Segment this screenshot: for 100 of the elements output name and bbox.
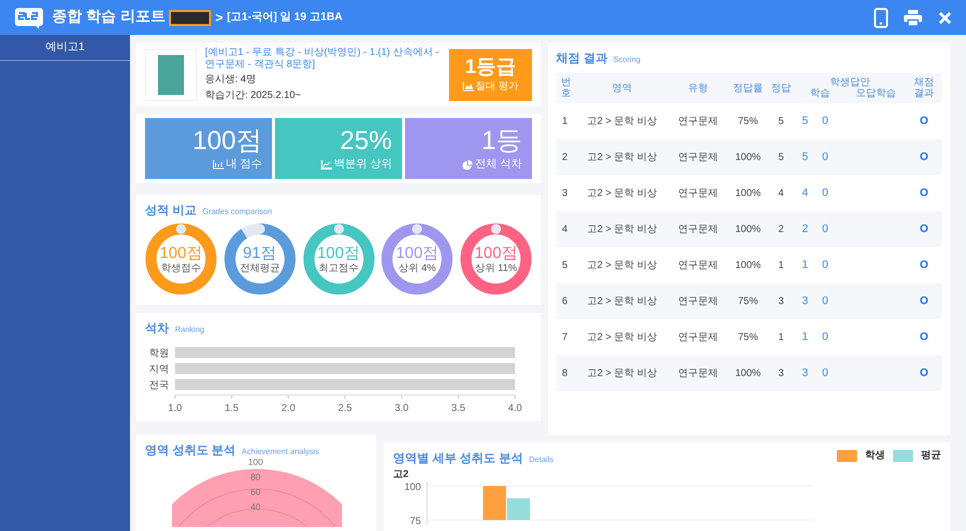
- course-title-link[interactable]: [예비고1 - 무료 특강 - 비상(박영민) - 1.(1) 산속에서 - 연구문제 - 객관식 8문항]: [205, 46, 441, 71]
- column-header: 오답학습: [846, 88, 906, 103]
- table-cell: 연구문제: [668, 247, 728, 283]
- table-cell: 75%: [728, 283, 768, 319]
- close-icon[interactable]: [938, 10, 952, 24]
- table-cell: 연구문제: [668, 139, 728, 175]
- tick-label: 2.0: [281, 403, 296, 414]
- table-cell: 4: [556, 211, 576, 247]
- student-answer: 3: [802, 366, 808, 379]
- donut-value: 100점: [160, 244, 202, 263]
- stat-value: 1등: [482, 124, 522, 156]
- table-cell: O: [906, 319, 942, 355]
- student-answer: 4: [802, 186, 808, 199]
- table-cell: O: [906, 211, 942, 247]
- legend-label: 평균: [921, 449, 941, 463]
- student-answer: 5: [802, 114, 808, 127]
- student-answer: 5: [802, 150, 808, 163]
- grade-note: 절대 평가: [476, 80, 518, 94]
- table-cell: 고2 > 문학 비상: [576, 247, 668, 283]
- column-header: 번호: [556, 73, 576, 103]
- stat-label: 내 점수: [226, 157, 262, 172]
- table-cell: 75%: [728, 319, 768, 355]
- table-cell: 3: [768, 355, 794, 391]
- section-subtitle: Details: [529, 454, 554, 466]
- table-cell: 75%: [728, 103, 768, 139]
- table-cell: O: [906, 283, 942, 319]
- student-answer: 3: [802, 294, 808, 307]
- student-answer: 2: [802, 222, 808, 235]
- table-cell: O: [906, 355, 942, 391]
- tick-label: 60: [250, 487, 261, 498]
- section-title: 석차: [145, 320, 169, 338]
- logo-icon: [14, 6, 44, 28]
- stat-value: 25%: [340, 124, 392, 156]
- book-cover-placeholder: [145, 48, 197, 101]
- column-header: 정답: [768, 73, 794, 103]
- table-cell: 7: [556, 319, 576, 355]
- section-subtitle: Achievement analysis: [242, 446, 320, 458]
- study-count: 0: [822, 294, 828, 307]
- donut-label: 최고점수: [318, 262, 358, 274]
- stat-label: 전체 석차: [474, 157, 522, 172]
- table-cell: 1: [768, 319, 794, 355]
- column-header: 영역: [576, 73, 668, 103]
- tick-label: 100: [248, 457, 264, 468]
- donut-label: 학생점수: [161, 262, 201, 274]
- study-count: 0: [822, 258, 828, 271]
- table-cell: O: [906, 175, 942, 211]
- table-cell: 100%: [728, 175, 768, 211]
- table-cell: 100%: [728, 355, 768, 391]
- study-period: 학습기간: 2025.2.10~: [205, 88, 302, 103]
- stat-label: 백분위 상위: [334, 157, 392, 172]
- table-cell: 연구문제: [668, 211, 728, 247]
- tick-label: 3.0: [394, 403, 409, 414]
- print-icon[interactable]: [904, 10, 922, 26]
- table-cell: 1: [556, 103, 576, 139]
- tick-label: 40: [250, 502, 261, 512]
- table-cell: 고2 > 문학 비상: [576, 175, 668, 211]
- table-cell: 5: [768, 103, 794, 139]
- table-cell: 2: [768, 211, 794, 247]
- column-header: 정답률: [728, 73, 768, 103]
- table-cell: 100%: [728, 211, 768, 247]
- column-header: 학습: [794, 88, 846, 103]
- axis-label: 학원: [149, 348, 169, 360]
- tick-label: 100: [404, 482, 421, 492]
- section-title: 영역별 세부 성취도 분석: [393, 450, 524, 466]
- donut-label: 상위 4%: [398, 262, 436, 274]
- tick-label: 75: [410, 516, 421, 524]
- section-subtitle: Ranking: [175, 324, 204, 336]
- tick-label: 80: [250, 472, 261, 482]
- table-cell: 100%: [728, 247, 768, 283]
- table-cell: 연구문제: [668, 283, 728, 319]
- donut-value: 91점: [242, 244, 277, 263]
- table-cell: 2: [556, 139, 576, 175]
- donut-label: 전체평균: [240, 262, 280, 274]
- table-cell: 고2 > 문학 비상: [576, 355, 668, 391]
- student-answer: 1: [802, 258, 808, 271]
- bar-chart-icon: [212, 160, 224, 170]
- table-cell: 고2 > 문학 비상: [576, 283, 668, 319]
- study-count: 0: [822, 186, 828, 199]
- axis-label: 전국: [149, 380, 169, 392]
- breadcrumb-separator: >: [215, 8, 223, 27]
- grade-value: 1등급: [464, 55, 516, 80]
- donut-value: 100점: [396, 244, 439, 263]
- table-cell: 3: [768, 283, 794, 319]
- section-title: 영역 성취도 분석: [145, 442, 236, 460]
- table-cell: 연구문제: [668, 355, 728, 391]
- study-count: 0: [822, 330, 828, 343]
- phone-icon[interactable]: [874, 8, 888, 28]
- section-subtitle: Scoring: [613, 54, 640, 66]
- tick-label: 1.5: [224, 403, 239, 414]
- table-cell: 고2 > 문학 비상: [576, 103, 668, 139]
- redacted-block: [169, 10, 212, 26]
- chart-icon: [462, 82, 474, 92]
- table-cell: 6: [556, 283, 576, 319]
- study-count: 0: [822, 114, 828, 127]
- stat-value: 100점: [192, 124, 262, 156]
- legend-label: 학생: [865, 449, 885, 463]
- tick-label: 1.0: [168, 403, 182, 414]
- chart-title: 고2: [393, 468, 410, 480]
- table-cell: 5: [768, 139, 794, 175]
- report-title: 종합 학습 리포트: [52, 7, 166, 28]
